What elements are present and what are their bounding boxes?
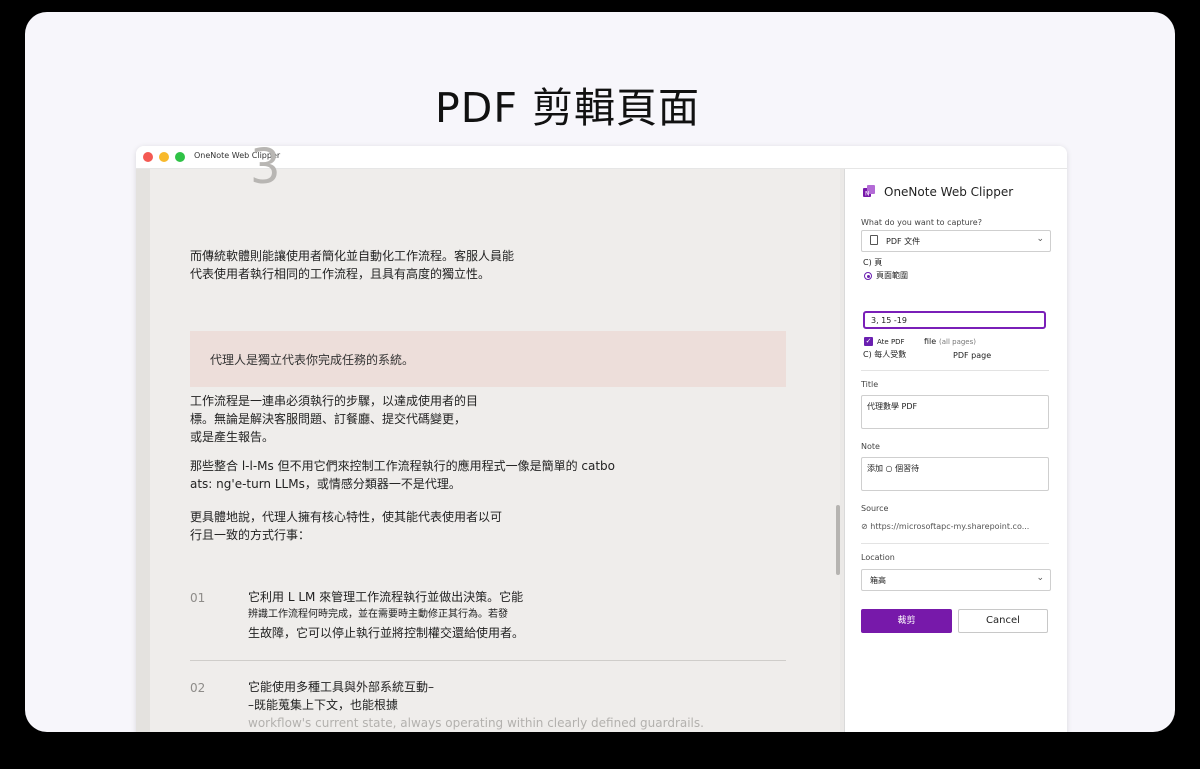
pdf-page-label: PDF page (953, 351, 992, 360)
clipper-panel: N OneNote Web Clipper What do you want t… (844, 169, 1067, 732)
text-line: 那些整合 l-l-Ms 但不用它們來控制工作流程執行的應用程式一像是簡單的 ca… (190, 459, 615, 473)
text-line: ats: ng'e-turn LLMs，或情感分類器一不是代理。 (190, 477, 461, 491)
scrollbar-thumb[interactable] (836, 505, 840, 575)
note-label: Note (861, 442, 880, 451)
text-line: 標。無論是解決客服問題、訂餐廳、提交代碼變更， (190, 412, 467, 426)
text-line: 行且一致的方式行事： (190, 528, 311, 542)
option-page[interactable]: C) 頁 (863, 257, 882, 268)
text-line: 更具體地說，代理人擁有核心特性，使其能代表使用者以可 (190, 510, 503, 524)
showcase-card: PDF 剪輯頁面 OneNote Web Clipper 3 而傳統軟體則能讓使… (25, 12, 1175, 732)
title-label: Title (861, 380, 879, 389)
attach-file-label: file (924, 337, 937, 346)
paragraph-2: 工作流程是一連串必須執行的步驟，以達成使用者的目 標。無論是解決客服問題、訂餐廳… (190, 392, 478, 446)
attach-pdf-checkbox[interactable]: ✓ (864, 337, 873, 346)
capture-label: What do you want to capture? (861, 218, 982, 227)
title-value: 代理數學 PDF (867, 402, 918, 411)
list-item: 它能使用多種工具與外部系統互動– –既能蒐集上下文，也能根據 workflow'… (248, 678, 704, 732)
paragraph-1: 而傳統軟體則能讓使用者簡化並自動化工作流程。客服人員能 代表使用者執行相同的工作… (190, 247, 514, 283)
location-value: 箱高 (870, 576, 886, 585)
location-select[interactable]: 箱高 ⌄ (861, 569, 1051, 591)
capture-mode-select[interactable]: PDF 文件 ⌄ (861, 230, 1051, 252)
page-range-radio[interactable] (864, 272, 872, 280)
clip-button[interactable]: 裁剪 (861, 609, 952, 633)
source-url: https://microsoftapc-my.sharepoint.co... (870, 522, 1030, 531)
close-window-button[interactable] (143, 152, 153, 162)
separator (861, 543, 1049, 544)
maximize-window-button[interactable] (175, 152, 185, 162)
text-line: 生故障，它可以停止執行並將控制權交還給使用者。 (248, 626, 525, 640)
browser-window: OneNote Web Clipper 3 而傳統軟體則能讓使用者簡化並自動化工… (136, 146, 1067, 732)
attach-pdf-label: Ate PDF (877, 338, 905, 346)
callout-box: 代理人是獨立代表你完成任務的系統。 (190, 331, 786, 387)
list-item: 它利用 L LM 來管理工作流程執行並做出決策。它能 辨識工作流程何時完成，並在… (248, 588, 524, 642)
paragraph-3: 那些整合 l-l-Ms 但不用它們來控制工作流程執行的應用程式一像是簡單的 ca… (190, 457, 615, 493)
note-field[interactable]: 添加 ○ 個習待 (861, 457, 1049, 491)
text-line: –既能蒐集上下文，也能根據 (248, 698, 399, 712)
item-number: 02 (190, 681, 206, 695)
text-line: 它利用 L LM 來管理工作流程執行並做出決策。它能 (248, 590, 524, 604)
text-line: 代表使用者執行相同的工作流程，且具有高度的獨立性。 (190, 267, 491, 281)
page-numeral: 3 (250, 146, 281, 195)
source-label: Source (861, 504, 889, 513)
option-each-page[interactable]: C) 每人受數 (863, 349, 906, 360)
item-divider (190, 660, 786, 661)
separator (861, 370, 1049, 371)
cancel-button[interactable]: Cancel (958, 609, 1048, 633)
item-number: 01 (190, 591, 206, 605)
chevron-down-icon: ⌄ (1036, 234, 1044, 244)
text-line: 或是產生報告。 (190, 430, 275, 444)
attach-hint: (all pages) (939, 338, 976, 346)
clipper-title: OneNote Web Clipper (884, 185, 1014, 199)
note-value: 添加 ○ 個習待 (867, 464, 920, 473)
callout-text: 代理人是獨立代表你完成任務的系統。 (210, 353, 415, 367)
paragraph-4: 更具體地說，代理人擁有核心特性，使其能代表使用者以可 行且一致的方式行事： (190, 508, 502, 544)
text-line: workflow's current state, always operati… (248, 716, 704, 730)
capture-mode-value: PDF 文件 (886, 237, 921, 246)
pdf-document-view[interactable]: 3 而傳統軟體則能讓使用者簡化並自動化工作流程。客服人員能 代表使用者執行相同的… (136, 146, 844, 732)
link-icon: ⊘ (861, 522, 868, 531)
chevron-down-icon: ⌄ (1036, 573, 1044, 583)
text-line: 而傳統軟體則能讓使用者簡化並自動化工作流程。客服人員能 (190, 249, 515, 263)
title-field[interactable]: 代理數學 PDF (861, 395, 1049, 429)
source-link[interactable]: ⊘ https://microsoftapc-my.sharepoint.co.… (861, 522, 1029, 531)
location-label: Location (861, 553, 895, 562)
onenote-clipper-icon: N (863, 185, 875, 198)
option-page-range[interactable]: 頁面範圍 (876, 270, 908, 281)
page-title: PDF 剪輯頁面 (435, 84, 700, 132)
text-line: 辨識工作流程何時完成，並在需要時主動修正其行為。若發 (248, 609, 508, 620)
text-line: 它能使用多種工具與外部系統互動– (248, 680, 435, 694)
minimize-window-button[interactable] (159, 152, 169, 162)
document-icon (870, 235, 878, 245)
text-line: 工作流程是一連串必須執行的步驟，以達成使用者的目 (190, 394, 479, 408)
page-range-input[interactable] (863, 311, 1046, 329)
pdf-page: 3 而傳統軟體則能讓使用者簡化並自動化工作流程。客服人員能 代表使用者執行相同的… (150, 146, 840, 732)
svg-text:N: N (865, 191, 870, 198)
document-gutter (136, 169, 151, 732)
